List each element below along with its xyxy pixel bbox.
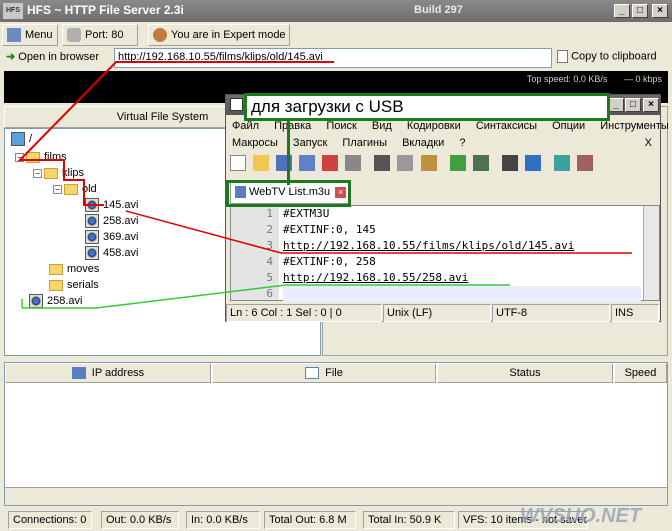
file-icon [305,367,320,380]
column-ip-address[interactable]: IP address [5,363,211,383]
connections-count: Connections: 0 [8,511,92,529]
total-in: Total In: 50.9 K [363,511,455,529]
column-label: File [325,367,343,379]
network-icon [71,367,86,380]
column-file[interactable]: File [212,363,436,383]
watermark: WVSUO.NET [520,505,642,527]
column-label: IP address [91,367,145,379]
horizontal-scrollbar[interactable] [5,487,667,505]
total-out: Total Out: 6.8 M [264,511,356,529]
in-speed: In: 0.0 KB/s [186,511,260,529]
connections-table: IP address File Status Speed [4,362,668,506]
out-speed: Out: 0.0 KB/s [101,511,179,529]
red-link-line [125,210,282,254]
green-annotation-line [22,284,510,309]
column-speed[interactable]: Speed [614,363,667,383]
column-status[interactable]: Status [437,363,613,383]
red-annotation-line [17,61,334,206]
